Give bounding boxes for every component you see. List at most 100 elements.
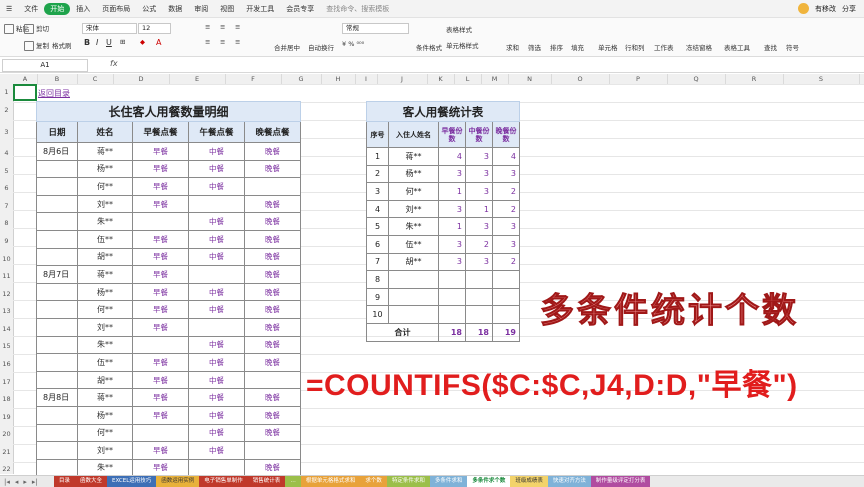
sort-button[interactable]: 排序 [550,42,563,52]
name-cell[interactable]: 胡** [388,252,439,272]
name-cell[interactable]: 刘** [77,441,133,460]
name-cell[interactable]: 何** [77,300,133,319]
menu-icon[interactable]: ☰ [0,5,18,13]
breakfast-cell[interactable]: 早餐 [132,282,189,302]
copy-button[interactable]: 复制 [24,40,49,51]
align-right-icon[interactable]: ≡ [235,38,240,46]
row-header[interactable]: 12 [0,290,13,298]
breakfast-count-cell[interactable]: 3 [438,164,466,184]
table-style-button[interactable]: 表格样式 [446,24,472,34]
breakfast-count-cell[interactable] [438,287,466,307]
index-cell[interactable]: 5 [366,217,389,236]
dinner-cell[interactable]: 晚餐 [244,405,301,425]
breakfast-count-cell[interactable] [438,305,466,324]
breakfast-count-cell[interactable]: 1 [438,217,466,236]
row-header[interactable]: 21 [0,448,13,456]
freeze-pane-button[interactable]: 冻结窗格 [686,42,712,52]
date-cell[interactable] [36,335,78,355]
prev-sheet-icon[interactable]: ◂ [15,478,19,486]
font-name-select[interactable]: 宋体 [82,23,137,34]
lunch-count-cell[interactable]: 2 [465,234,493,254]
align-top-icon[interactable]: ≡ [205,23,210,31]
dinner-cell[interactable]: 晚餐 [244,212,301,231]
column-header[interactable]: K [427,74,455,84]
breakfast-cell[interactable]: 早餐 [132,194,189,214]
index-cell[interactable]: 6 [366,234,389,254]
date-cell[interactable] [36,177,78,196]
column-header[interactable]: M [481,74,509,84]
lunch-cell[interactable] [188,194,245,214]
date-cell[interactable] [36,353,78,372]
next-sheet-icon[interactable]: ▸ [23,478,27,486]
fill-button[interactable]: 填充 [571,42,584,52]
sheet-tab[interactable]: 特定条件求和 [386,476,430,487]
breakfast-cell[interactable]: 早餐 [132,388,189,407]
menu-developer[interactable]: 开发工具 [240,4,280,14]
column-header[interactable]: E [169,74,226,84]
lunch-count-cell[interactable]: 3 [465,217,493,236]
lunch-cell[interactable]: 中餐 [188,177,245,196]
row-header[interactable]: 16 [0,360,13,368]
sheet-tab[interactable]: 快速对齐方法 [547,476,591,487]
name-cell[interactable]: 朱** [77,212,133,231]
row-header[interactable]: 22 [0,465,13,473]
avatar[interactable] [798,3,809,14]
column-header[interactable]: B [37,74,78,84]
name-cell[interactable]: 何** [77,177,133,196]
total-cell[interactable]: 18 [465,322,493,342]
breakfast-cell[interactable]: 早餐 [132,265,189,284]
breakfast-cell[interactable]: 早餐 [132,353,189,372]
column-header[interactable]: F [225,74,282,84]
name-cell[interactable]: 刘** [77,317,133,337]
breakfast-count-cell[interactable]: 3 [438,234,466,254]
dinner-cell[interactable]: 晚餐 [244,353,301,372]
lunch-count-cell[interactable]: 3 [465,164,493,184]
sheet-tab[interactable]: 班级成绩表 [510,476,548,487]
last-sheet-icon[interactable]: ▸| [32,478,38,486]
row-header[interactable]: 9 [0,237,13,245]
menu-file[interactable]: 文件 [18,4,44,14]
total-cell[interactable]: 19 [492,322,520,342]
index-cell[interactable]: 2 [366,164,389,184]
row-col-button[interactable]: 行和列 [625,42,645,52]
lunch-count-cell[interactable]: 3 [465,182,493,201]
date-cell[interactable]: 8月8日 [36,388,78,407]
align-center-icon[interactable]: ≡ [220,38,225,46]
lunch-cell[interactable]: 中餐 [188,300,245,319]
lunch-cell[interactable]: 中餐 [188,229,245,249]
row-header[interactable]: 2 [0,106,13,114]
lunch-count-cell[interactable]: 3 [465,252,493,272]
fx-icon[interactable]: fx [110,59,118,68]
menu-view[interactable]: 视图 [214,4,240,14]
filter-button[interactable]: 筛选 [528,42,541,52]
column-header[interactable]: O [551,74,610,84]
sum-button[interactable]: 求和 [506,42,519,52]
row-header[interactable]: 6 [0,184,13,192]
index-cell[interactable]: 3 [366,182,389,201]
cell-style-button[interactable]: 单元格样式 [446,40,479,50]
dinner-cell[interactable] [244,441,301,460]
wrap-text-button[interactable]: 自动换行 [308,42,334,52]
column-header[interactable]: D [113,74,170,84]
date-cell[interactable] [36,441,78,460]
row-header[interactable]: 11 [0,272,13,280]
breakfast-cell[interactable]: 早餐 [132,177,189,196]
lunch-count-cell[interactable] [465,270,493,289]
column-header[interactable]: S [783,74,860,84]
breakfast-cell[interactable]: 早餐 [132,247,189,267]
date-cell[interactable] [36,247,78,267]
name-cell[interactable]: 杨** [77,282,133,302]
name-cell[interactable] [388,287,439,307]
lunch-cell[interactable] [188,317,245,337]
name-cell[interactable]: 胡** [77,247,133,267]
lunch-cell[interactable]: 中餐 [188,388,245,407]
date-cell[interactable] [36,300,78,319]
sheet-tab[interactable]: 多条件求个数 [467,476,511,487]
dinner-cell[interactable]: 晚餐 [244,317,301,337]
column-header[interactable]: N [508,74,552,84]
dinner-cell[interactable]: 晚餐 [244,388,301,407]
dinner-count-cell[interactable] [492,305,520,324]
lunch-count-cell[interactable] [465,287,493,307]
date-cell[interactable] [36,212,78,231]
breakfast-cell[interactable]: 早餐 [132,370,189,390]
